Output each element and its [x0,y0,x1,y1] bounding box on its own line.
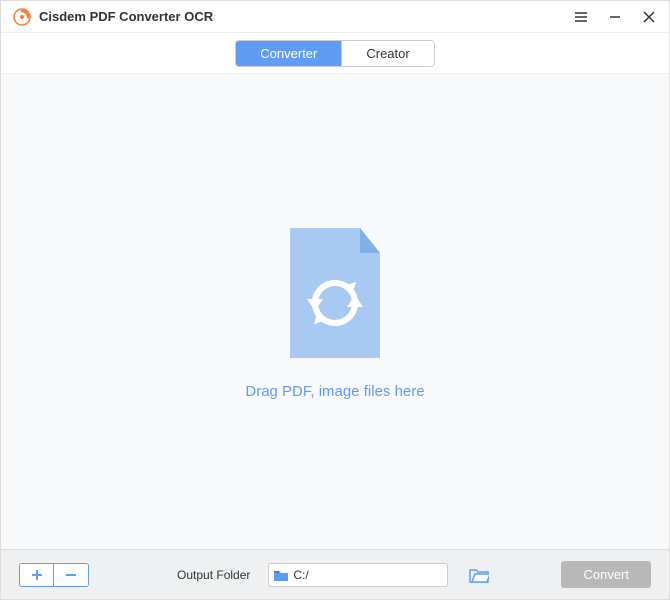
drop-zone[interactable]: Drag PDF, image files here [1,73,669,549]
document-refresh-icon [280,223,390,363]
output-folder-field[interactable]: C:/ [268,563,448,587]
menu-icon[interactable] [573,9,589,25]
window-controls [573,9,657,25]
tab-creator[interactable]: Creator [342,41,433,66]
remove-file-button[interactable] [54,564,88,586]
mode-tab-group: Converter Creator [235,40,434,67]
output-folder-label: Output Folder [177,568,250,582]
drop-zone-text: Drag PDF, image files here [245,383,424,400]
close-icon[interactable] [641,9,657,25]
output-folder-path: C:/ [293,568,443,582]
app-window: Cisdem PDF Converter OCR Converter Creat… [0,0,670,600]
add-file-button[interactable] [20,564,54,586]
add-remove-group [19,563,89,587]
browse-folder-button[interactable] [468,564,490,586]
folder-icon [273,568,289,582]
footer-bar: Output Folder C:/ Convert [1,549,669,599]
tab-converter[interactable]: Converter [236,41,342,66]
convert-button[interactable]: Convert [561,561,651,588]
minimize-icon[interactable] [607,9,623,25]
titlebar: Cisdem PDF Converter OCR [1,1,669,33]
mode-tabbar: Converter Creator [1,33,669,73]
app-title: Cisdem PDF Converter OCR [39,9,573,24]
app-logo-icon [13,8,31,26]
